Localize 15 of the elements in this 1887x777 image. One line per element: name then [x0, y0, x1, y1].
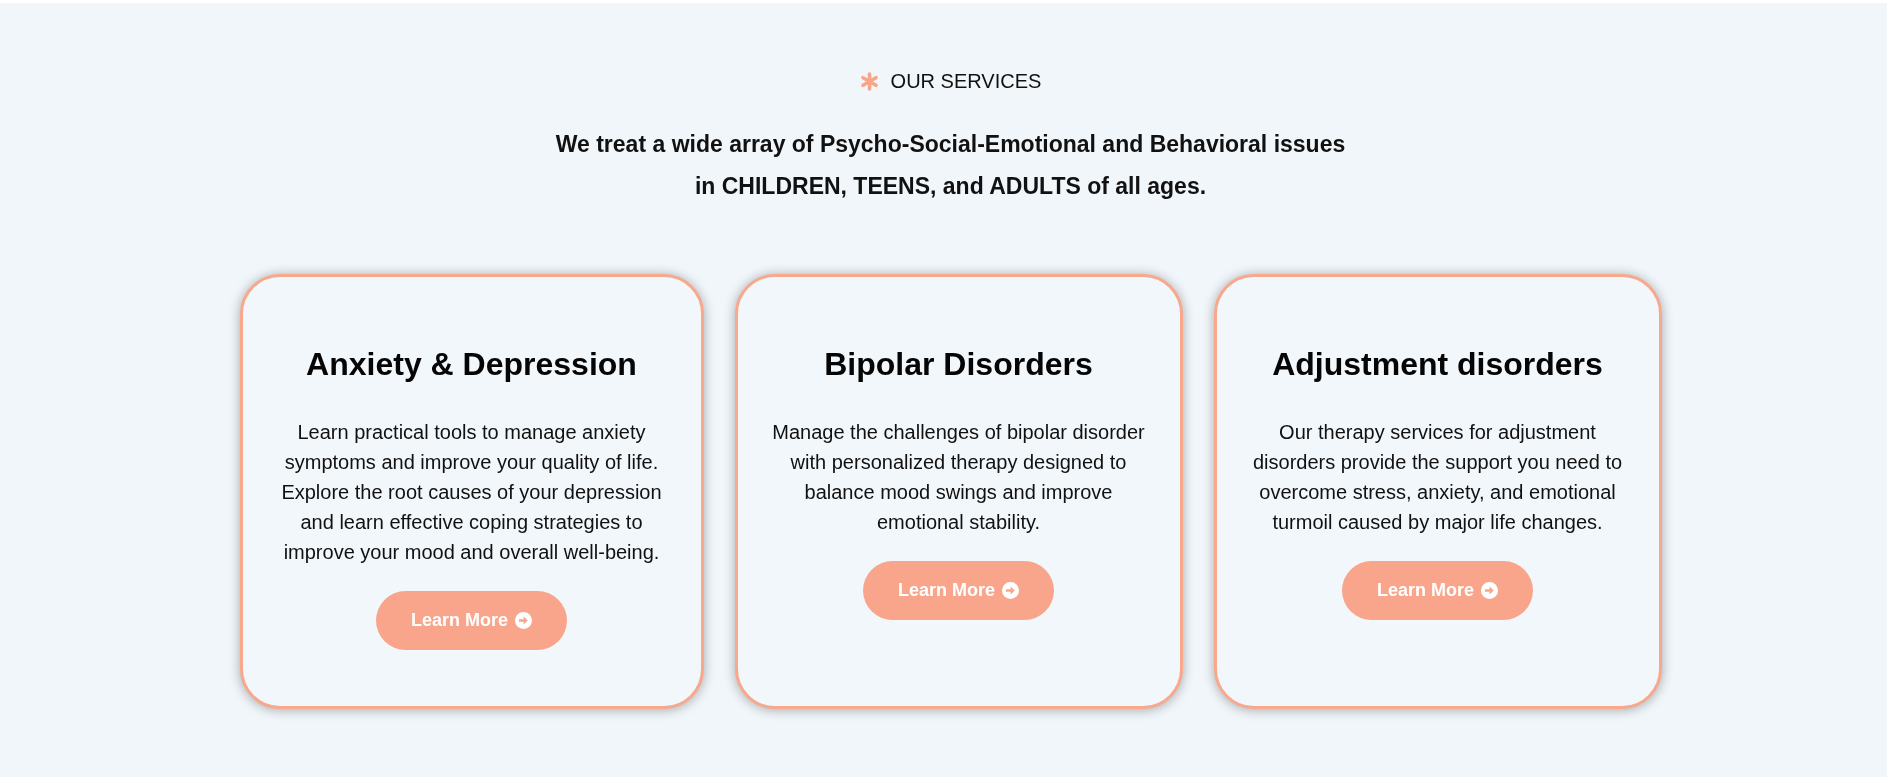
learn-more-button[interactable]: Learn More [376, 591, 567, 650]
card-description: Our therapy services for adjustment disorders provide the support you need to overcome stress, anxiety, and emotional turmoil caused by major life changes. [1251, 420, 1624, 535]
asterisk-icon [859, 71, 879, 91]
card-description: Learn practical tools to manage anxiety symptoms and improve your quality of life. Explore the root causes of your depression and learn effective coping strategies to improve your mood and overall well-being. [280, 420, 663, 565]
learn-more-button[interactable]: Learn More [1342, 561, 1533, 620]
arrow-circle-icon [1002, 582, 1019, 599]
card-description: Manage the challenges of bipolar disorder with personalized therapy designed to balance mood swings and improve emotional stability. [771, 420, 1146, 535]
arrow-circle-icon [515, 612, 532, 629]
section-label: OUR SERVICES [890, 69, 1042, 93]
section-heading: We treat a wide array of Psycho-Social-Emotional and Behavioral issues in CHILDREN, TEENS, and ADULTS of all ages. [554, 130, 1347, 201]
card-title: Anxiety & Depression [306, 345, 637, 384]
card-title: Bipolar Disorders [824, 345, 1093, 384]
card-title: Adjustment disorders [1272, 345, 1603, 384]
learn-more-button[interactable]: Learn More [863, 561, 1054, 620]
arrow-circle-icon [1481, 582, 1498, 599]
